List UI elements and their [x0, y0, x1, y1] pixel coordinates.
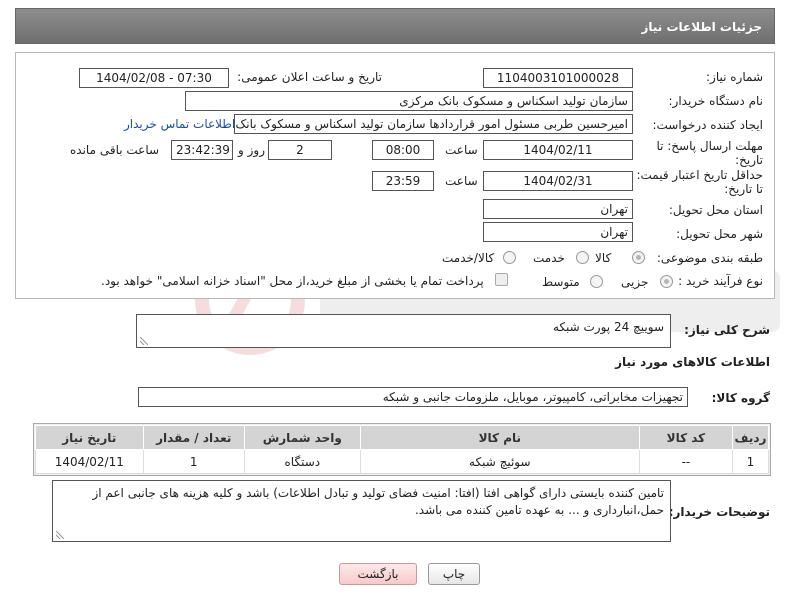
announce-datetime-label: تاریخ و ساعت اعلان عمومی:	[237, 70, 382, 84]
buyer-notes-label: توضیحات خریدار:	[668, 505, 770, 519]
cell-code: --	[638, 449, 733, 474]
table-row: 1 -- سوئیچ شبکه دستگاه 1 1404/02/11	[35, 449, 770, 474]
category-option-service: خدمت	[533, 251, 565, 265]
reply-time-field: 08:00	[372, 140, 434, 160]
treasury-payment-checkbox[interactable]	[495, 273, 508, 286]
delivery-province-field: تهران	[483, 199, 633, 219]
buyer-contact-link[interactable]: اطلاعات تماس خریدار	[124, 117, 235, 131]
announce-datetime-field: 1404/02/08 - 07:30	[79, 68, 229, 88]
col-date: تاریخ نیاز	[35, 425, 144, 450]
category-radio-service[interactable]	[576, 251, 589, 264]
back-button[interactable]: بازگشت	[339, 563, 417, 585]
buyer-notes-text: تامین کننده بایستی دارای گواهی افتا (افت…	[92, 486, 664, 517]
page-header: جزئیات اطلاعات نیاز	[15, 8, 775, 44]
time-remaining-field: 23:42:39	[171, 140, 233, 160]
cell-unit: دستگاه	[243, 449, 361, 474]
category-option-goods: کالا	[595, 251, 612, 265]
purchase-type-label: نوع فرآیند خرید :	[678, 274, 763, 288]
goods-section-title: اطلاعات کالاهای مورد نیاز	[615, 355, 770, 369]
buyer-notes-field: تامین کننده بایستی دارای گواهی افتا (افت…	[52, 480, 671, 542]
col-row: ردیف	[731, 425, 770, 450]
category-radio-goods[interactable]	[632, 251, 645, 264]
days-remaining-field: 2	[268, 140, 332, 160]
need-number-label: شماره نیاز:	[706, 70, 763, 84]
category-label: طبقه بندی موضوعی:	[656, 251, 763, 265]
summary-field: سوییچ 24 پورت شبکه	[136, 314, 671, 348]
time-remaining-label: ساعت باقی مانده	[70, 143, 160, 157]
purchase-radio-medium[interactable]	[590, 275, 603, 288]
reply-time-label: ساعت	[445, 143, 478, 157]
days-label: روز و	[238, 143, 265, 157]
goods-group-field: تجهیزات مخابراتی، کامپیوتر، موبایل، ملزو…	[138, 387, 688, 407]
col-name: نام کالا	[359, 425, 640, 450]
creator-label: ایجاد کننده درخواست:	[652, 118, 763, 132]
creator-field: امیرحسین طربی مسئول امور قراردادها سازما…	[234, 114, 633, 134]
print-button[interactable]: چاپ	[428, 563, 480, 585]
treasury-payment-note: پرداخت تمام یا بخشی از مبلغ خرید،از محل …	[101, 274, 484, 288]
cell-name: سوئیچ شبکه	[359, 449, 640, 474]
summary-text: سوییچ 24 پورت شبکه	[552, 320, 664, 334]
need-number-field: 1104003101000028	[483, 68, 633, 88]
summary-label: شرح کلی نیاز:	[684, 323, 770, 337]
cell-qty: 1	[142, 449, 245, 474]
page-title: جزئیات اطلاعات نیاز	[641, 20, 762, 34]
reply-deadline-label: مهلت ارسال پاسخ: تا تاریخ:	[656, 139, 763, 167]
delivery-province-label: استان محل تحویل:	[668, 203, 763, 217]
col-code: کد کالا	[638, 425, 733, 450]
purchase-option-minor: جزیی	[621, 275, 649, 289]
category-option-goods-service: کالا/خدمت	[442, 251, 495, 265]
reply-date-field: 1404/02/11	[483, 140, 633, 160]
price-validity-date-field: 1404/02/31	[483, 171, 633, 191]
resize-grip-icon[interactable]	[140, 337, 148, 345]
purchase-option-medium: متوسط	[542, 275, 580, 289]
category-radio-goods-service[interactable]	[503, 251, 516, 264]
col-qty: تعداد / مقدار	[142, 425, 245, 450]
resize-grip-icon[interactable]	[56, 531, 64, 539]
buyer-org-label: نام دستگاه خریدار:	[668, 94, 764, 108]
goods-table: ردیف کد کالا نام کالا واحد شمارش تعداد /…	[33, 423, 771, 476]
delivery-city-field: تهران	[483, 222, 633, 242]
price-validity-time-field: 23:59	[372, 171, 434, 191]
goods-group-label: گروه کالا:	[711, 391, 770, 405]
purchase-radio-minor[interactable]	[660, 275, 673, 288]
price-validity-time-label: ساعت	[445, 174, 478, 188]
cell-date: 1404/02/11	[35, 449, 144, 474]
col-unit: واحد شمارش	[243, 425, 361, 450]
delivery-city-label: شهر محل تحویل:	[676, 227, 763, 241]
price-validity-label: حداقل تاریخ اعتبار قیمت: تا تاریخ:	[636, 168, 763, 196]
cell-row: 1	[731, 449, 770, 474]
buyer-org-field: سازمان تولید اسکناس و مسکوک بانک مرکزی	[185, 91, 633, 111]
